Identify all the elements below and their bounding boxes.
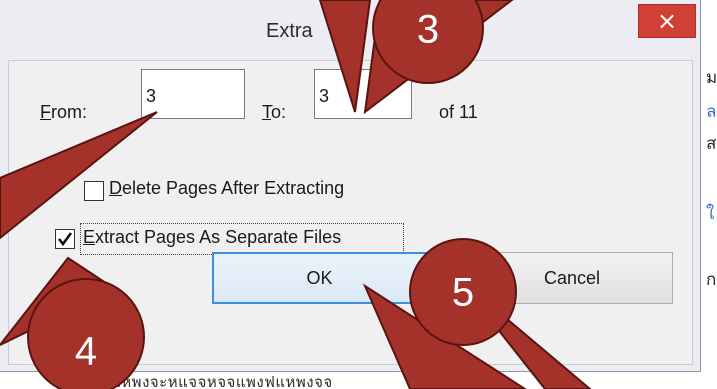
close-icon: × — [656, 7, 678, 35]
callout-number: 4 — [74, 329, 98, 374]
checkmark-icon — [57, 232, 73, 247]
close-button[interactable]: × — [638, 4, 696, 38]
background-text-line: ฟแหพงจะหแจจหจจแพงฟแหพงจจ — [100, 373, 333, 389]
delete-pages-checkbox[interactable] — [84, 181, 104, 201]
dialog-title: Extra — [266, 20, 313, 42]
callout-number: 3 — [416, 7, 440, 52]
extract-pages-dialog: Extra × From: To: of 11 Delete Pages Aft… — [0, 0, 701, 372]
to-page-input[interactable] — [314, 69, 412, 119]
ok-button[interactable]: OK — [212, 252, 427, 304]
delete-pages-label[interactable]: Delete Pages After Extracting — [109, 178, 344, 199]
background-text-fragment: ส — [706, 134, 717, 154]
dialog-body: From: To: of 11 Delete Pages After Extra… — [8, 60, 693, 365]
from-label: From: — [40, 102, 87, 122]
page-count-label: of 11 — [439, 102, 478, 122]
callout-number: 5 — [451, 270, 475, 315]
dialog-titlebar[interactable]: Extra × — [0, 0, 700, 60]
from-page-input[interactable] — [141, 69, 245, 119]
background-text-fragment: ล — [706, 102, 717, 122]
separate-files-label[interactable]: Extract Pages As Separate Files — [83, 227, 341, 248]
separate-files-checkbox[interactable] — [55, 229, 75, 249]
cancel-button[interactable]: Cancel — [451, 252, 673, 304]
background-text-fragment: ม — [706, 68, 717, 88]
background-text-fragment: ใ — [706, 204, 715, 224]
to-label: To: — [262, 102, 287, 122]
background-text-fragment: ก — [706, 270, 717, 290]
